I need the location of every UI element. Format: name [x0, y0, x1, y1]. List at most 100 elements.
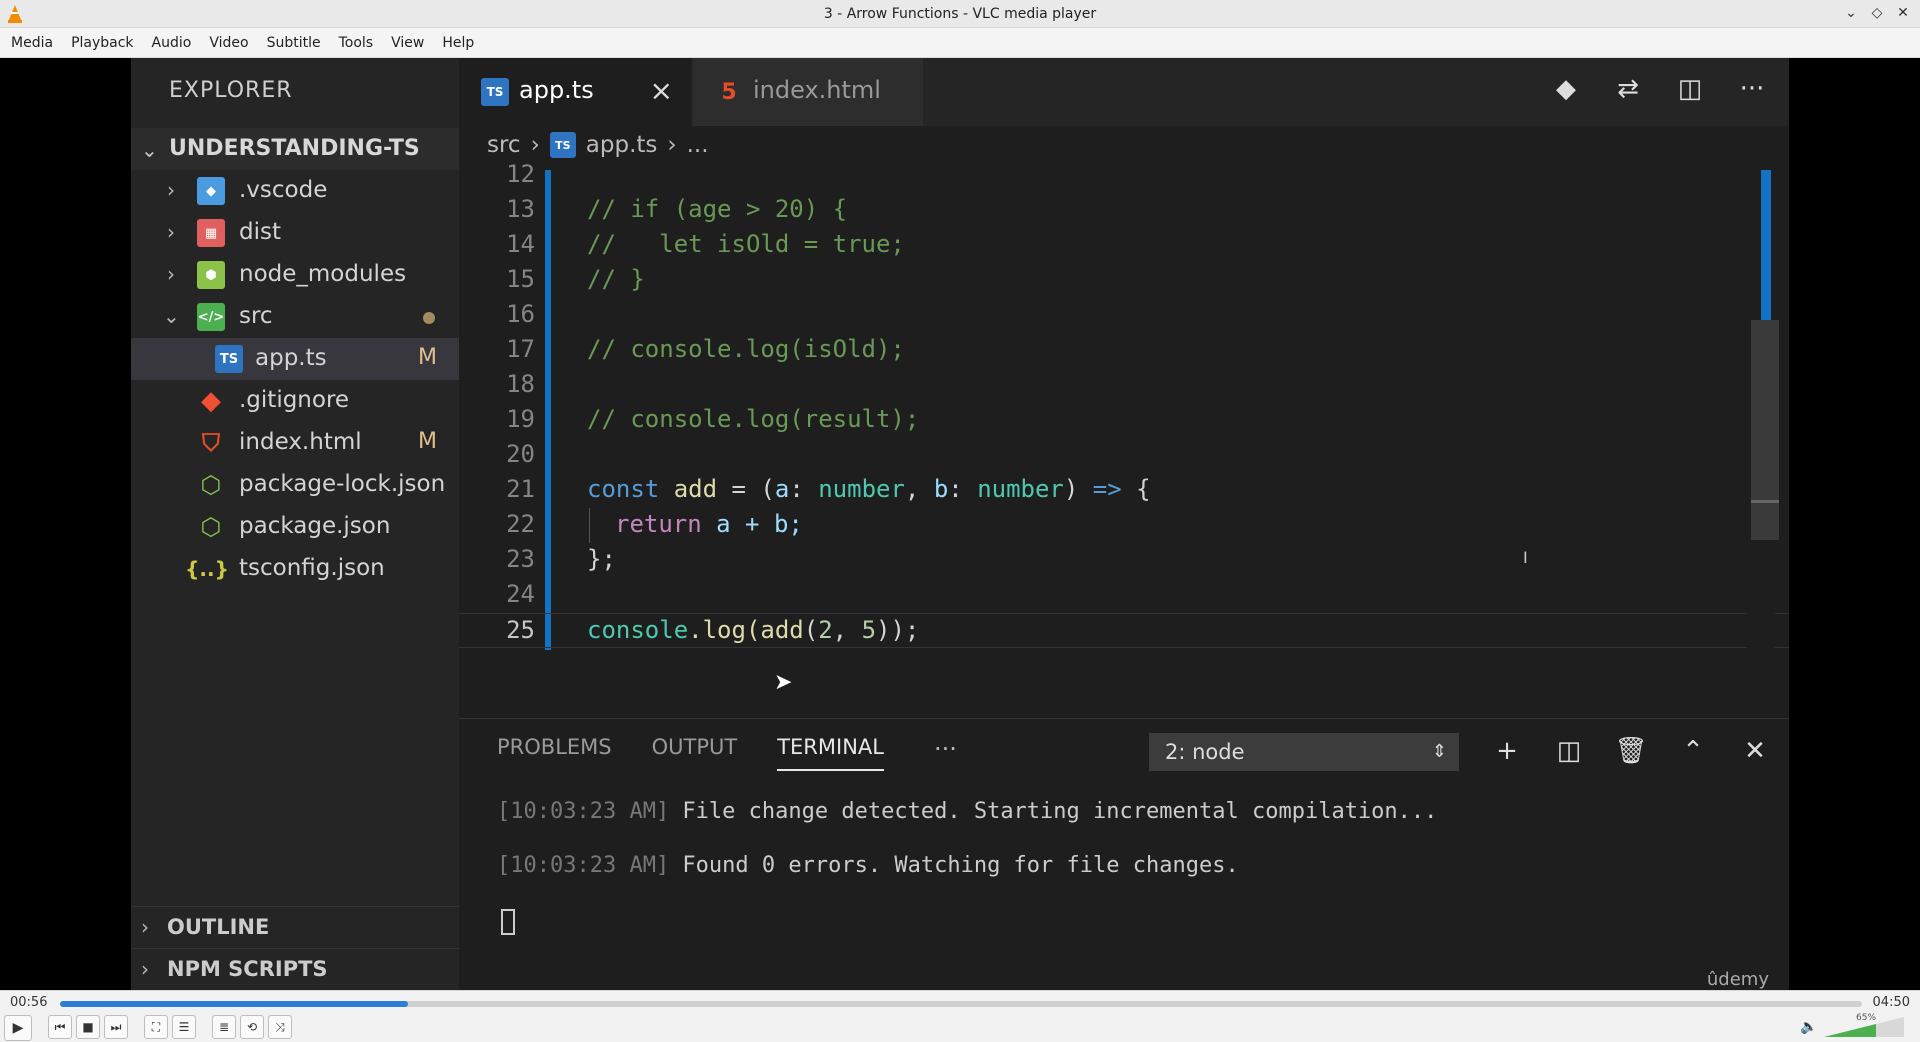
extended-settings-button[interactable]: ☰ [172, 1015, 196, 1039]
html5-icon: 5 [721, 79, 737, 105]
code-text: console.log(add(2, 5)); [587, 616, 920, 644]
split-terminal-icon: ◫ [1556, 736, 1582, 766]
tree-item-label: tsconfig.json [239, 555, 385, 581]
tree-item-label: app.ts [255, 345, 327, 371]
total-time: 04:50 [1872, 995, 1910, 1010]
folder-node-icon: ⬢ [197, 261, 225, 289]
close-icon: ✕ [1744, 736, 1766, 766]
code-text: // let isOld = true; [587, 230, 905, 258]
menu-playback[interactable]: Playback [62, 28, 142, 58]
playlist-icon: ≣ [218, 1020, 230, 1034]
tab-app-ts: TS app.ts × [459, 58, 691, 126]
line-number: 14 [506, 230, 535, 258]
terminal-cursor [501, 909, 515, 935]
menu-video[interactable]: Video [200, 28, 257, 58]
previous-button[interactable]: ⏮ [48, 1015, 72, 1039]
bottom-panel: PROBLEMS OUTPUT TERMINAL ··· 2: node ⇕ +… [459, 718, 1789, 990]
tab-index-html: 5 index.html [693, 58, 923, 126]
code-line: 23}; [459, 543, 1789, 578]
modified-dot-icon [423, 312, 435, 324]
new-terminal-icon: + [1496, 736, 1518, 766]
chevron-up-icon: ⌃ [1682, 736, 1704, 766]
typescript-file-icon: TS [481, 78, 509, 106]
line-number: 22 [506, 510, 535, 538]
stop-icon: ■ [82, 1020, 94, 1034]
tree-item-gitignore: ◆ .gitignore [131, 380, 459, 422]
section-label: OUTLINE [167, 915, 270, 939]
stop-button[interactable]: ■ [76, 1015, 100, 1039]
menu-bar: Media Playback Audio Video Subtitle Tool… [0, 28, 1920, 58]
title-bar: 3 - Arrow Functions - VLC media player ⌄… [0, 0, 1920, 28]
explorer-title: EXPLORER [169, 78, 293, 103]
code-line: 15 // } [459, 263, 1789, 298]
speaker-icon[interactable]: 🔈 [1800, 1019, 1817, 1035]
code-line: 14 // let isOld = true; [459, 228, 1789, 263]
player-controls: 00:56 04:50 ▶ ⏮ ■ ⏭ ⛶ ☰ ≣ ⟲ ⤨ 🔈 65% [0, 990, 1920, 1042]
explorer-sidebar: EXPLORER ⌄ UNDERSTANDING-TS › ◆ .vscode … [131, 58, 459, 990]
menu-help[interactable]: Help [433, 28, 483, 58]
code-line: 25 console.log(add(2, 5)); [459, 613, 1789, 648]
html5-icon: ⛉ [202, 429, 220, 457]
tree-item-node-modules: › ⬢ node_modules [131, 254, 459, 296]
loop-button[interactable]: ⟲ [240, 1015, 264, 1039]
code-text: // console.log(isOld); [587, 335, 905, 363]
code-line: 20 [459, 438, 1789, 473]
skip-forward-icon: ⏭ [110, 1019, 122, 1034]
next-button[interactable]: ⏭ [104, 1015, 128, 1039]
breadcrumb-file: app.ts [585, 132, 658, 158]
tree-item-tsconfig: {..} tsconfig.json [131, 548, 459, 590]
window-title: 3 - Arrow Functions - VLC media player [823, 6, 1097, 22]
code-line: 12 [459, 158, 1789, 193]
indent-guide [589, 508, 590, 543]
fullscreen-button[interactable]: ⛶ [144, 1015, 168, 1039]
menu-media[interactable]: Media [2, 28, 62, 58]
line-number: 18 [506, 370, 535, 398]
play-button[interactable]: ▶ [4, 1015, 32, 1041]
npm-scripts-section: › NPM SCRIPTS [131, 948, 459, 990]
vscode-window: EXPLORER ⌄ UNDERSTANDING-TS › ◆ .vscode … [131, 58, 1789, 990]
tree-item-label: index.html [239, 429, 362, 455]
chevron-right-icon: › [141, 957, 149, 981]
minimize-icon[interactable]: ⌄ [1842, 4, 1860, 22]
line-number: 17 [506, 335, 535, 363]
menu-audio[interactable]: Audio [143, 28, 201, 58]
close-window-icon[interactable]: ✕ [1894, 4, 1912, 22]
line-number: 21 [506, 475, 535, 503]
tab-output: OUTPUT [651, 735, 738, 759]
chevron-right-icon: › [141, 915, 149, 939]
terminal-select: 2: node ⇕ [1149, 733, 1459, 771]
menu-subtitle[interactable]: Subtitle [258, 28, 330, 58]
close-icon: × [649, 74, 673, 107]
chevron-right-icon: › [667, 132, 677, 158]
video-area[interactable]: EXPLORER ⌄ UNDERSTANDING-TS › ◆ .vscode … [0, 58, 1920, 990]
chevron-right-icon: › [530, 132, 540, 158]
menu-view[interactable]: View [382, 28, 433, 58]
fullscreen-icon: ⛶ [151, 1019, 161, 1034]
terminal-line: [10:03:23 AM] File change detected. Star… [497, 799, 1438, 824]
code-line: 21 const add = (a: number, b: number) => … [459, 473, 1789, 508]
tree-item-vscode: › ◆ .vscode [131, 170, 459, 212]
more-actions-icon: ··· [1739, 74, 1765, 104]
menu-tools[interactable]: Tools [330, 28, 383, 58]
breadcrumb-folder: src [487, 132, 521, 158]
more-panels-icon: ··· [933, 735, 957, 763]
tab-label: index.html [753, 76, 881, 104]
outline-section: › OUTLINE [131, 906, 459, 948]
equalizer-icon: ☰ [178, 1020, 190, 1034]
chevron-right-icon: › [167, 262, 175, 286]
line-number: 16 [506, 300, 535, 328]
trash-icon: 🗑 [1614, 736, 1648, 766]
project-name: UNDERSTANDING-TS [169, 136, 420, 161]
playlist-button[interactable]: ≣ [212, 1015, 236, 1039]
seek-bar[interactable] [60, 1001, 1862, 1007]
udemy-watermark: ûdemy [1706, 969, 1769, 990]
line-number: 12 [506, 160, 535, 188]
volume-control[interactable]: 🔈 65% [1800, 1013, 1910, 1039]
tree-item-src: ⌄ </> src [131, 296, 459, 338]
tree-item-package-json: ⬡ package.json [131, 506, 459, 548]
scroll-highlight [1761, 170, 1771, 320]
volume-percent: 65% [1856, 1013, 1877, 1023]
code-text: return a + b; [615, 510, 803, 538]
maximize-icon[interactable]: ◇ [1868, 4, 1886, 22]
shuffle-button[interactable]: ⤨ [268, 1015, 292, 1039]
